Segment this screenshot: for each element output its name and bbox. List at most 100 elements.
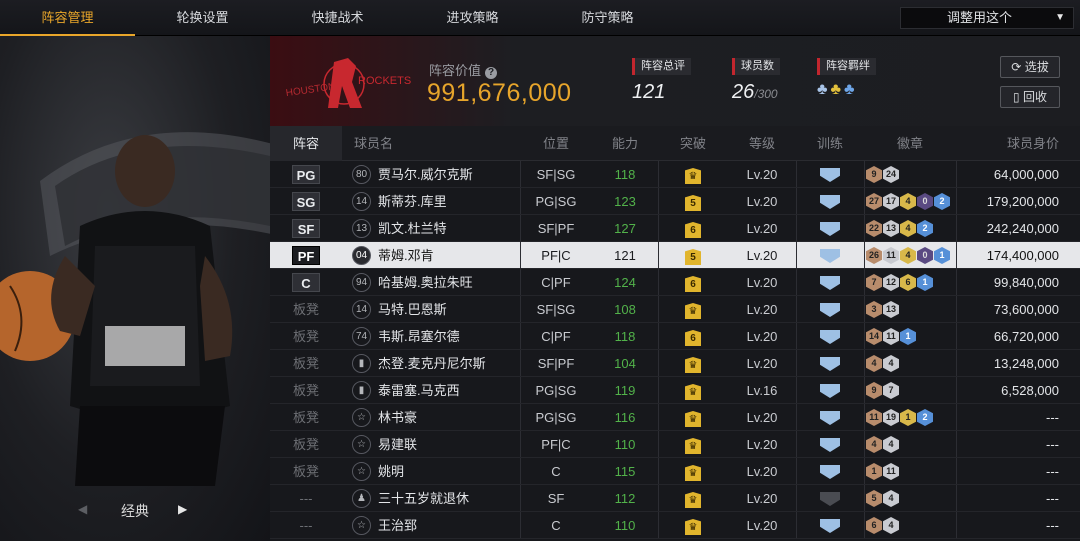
player-name[interactable]: 韦斯.昂塞尔德 <box>378 323 460 350</box>
table-row[interactable]: C 94 哈基姆.奥拉朱旺 C|PF 124 6 Lv.20 7 12 6 1 99,840,000 <box>270 269 1080 296</box>
table-row[interactable]: PF 04 蒂姆.邓肯 PF|C 121 5 Lv.20 26 11 4 0 1 174,400,000 <box>270 242 1080 269</box>
training-cell[interactable] <box>796 350 864 377</box>
player-name[interactable]: 林书豪 <box>378 404 417 431</box>
badge-list[interactable]: 7 12 6 1 <box>866 274 934 292</box>
lineup-slot[interactable]: 板凳 <box>270 323 342 350</box>
recycle-button[interactable]: ▯ 回收 <box>1000 86 1060 108</box>
tab-4[interactable]: 防守策略 <box>540 0 675 36</box>
player-name[interactable]: 三十五岁就退休 <box>378 485 469 512</box>
training-icon[interactable] <box>820 195 840 209</box>
table-row[interactable]: SF 13 凯文.杜兰特 SF|PF 127 6 Lv.20 22 13 4 2 242,240,00… <box>270 215 1080 242</box>
column-header-5[interactable]: 等级 <box>728 126 796 161</box>
table-row[interactable]: 板凳 ☆ 姚明 C 115 ♛ Lv.20 1 11 --- <box>270 458 1080 485</box>
bond-icon-2[interactable]: ♣ <box>831 81 845 98</box>
lineup-slot[interactable]: --- <box>270 485 342 512</box>
badge-list[interactable]: 27 17 4 0 2 <box>866 193 951 211</box>
column-header-4[interactable]: 突破 <box>658 126 728 161</box>
column-header-7[interactable]: 徽章 <box>864 126 956 161</box>
training-icon[interactable] <box>820 276 840 290</box>
player-name[interactable]: 贾马尔.威尔克斯 <box>378 161 473 188</box>
training-cell[interactable] <box>796 512 864 539</box>
column-header-8[interactable]: 球员身价 <box>956 126 1080 161</box>
player-name[interactable]: 杰登.麦克丹尼尔斯 <box>378 350 486 377</box>
badge-list[interactable]: 9 24 <box>866 166 900 184</box>
training-cell[interactable] <box>796 485 864 512</box>
training-icon[interactable] <box>820 168 840 182</box>
training-cell[interactable] <box>796 323 864 350</box>
training-icon[interactable] <box>820 249 840 263</box>
tab-2[interactable]: 快捷战术 <box>270 0 405 36</box>
badge-list[interactable]: 11 19 1 2 <box>866 409 934 427</box>
apply-lineup-select[interactable]: 调整用这个 ▼ <box>900 7 1074 29</box>
badge-list[interactable]: 14 11 1 <box>866 328 917 346</box>
player-name[interactable]: 泰雷塞.马克西 <box>378 377 460 404</box>
column-header-3[interactable]: 能力 <box>592 126 658 161</box>
badge-list[interactable]: 1 11 <box>866 463 900 481</box>
training-icon[interactable] <box>820 357 840 371</box>
training-cell[interactable] <box>796 215 864 242</box>
player-name[interactable]: 易建联 <box>378 431 417 458</box>
badge-list[interactable]: 64 <box>866 517 900 535</box>
bond-icon-1[interactable]: ♣ <box>817 81 831 98</box>
player-name[interactable]: 哈基姆.奥拉朱旺 <box>378 269 473 296</box>
lineup-slot[interactable]: 板凳 <box>270 458 342 485</box>
table-row[interactable]: SG 14 斯蒂芬.库里 PG|SG 123 5 Lv.20 27 17 4 0 2 179,200,0… <box>270 188 1080 215</box>
lineup-slot[interactable]: 板凳 <box>270 296 342 323</box>
training-cell[interactable] <box>796 377 864 404</box>
tab-0[interactable]: 阵容管理 <box>0 0 135 36</box>
player-name[interactable]: 姚明 <box>378 458 404 485</box>
lineup-slot[interactable]: PF <box>270 242 342 269</box>
lineup-slot[interactable]: 板凳 <box>270 377 342 404</box>
training-cell[interactable] <box>796 188 864 215</box>
table-row[interactable]: 板凳 14 马特.巴恩斯 SF|SG 108 ♛ Lv.20 3 13 73,600,000 <box>270 296 1080 323</box>
lineup-slot[interactable]: PG <box>270 161 342 188</box>
player-name[interactable]: 斯蒂芬.库里 <box>378 188 447 215</box>
badge-list[interactable]: 54 <box>866 490 900 508</box>
training-icon[interactable] <box>820 492 840 506</box>
training-cell[interactable] <box>796 161 864 188</box>
training-icon[interactable] <box>820 465 840 479</box>
training-icon[interactable] <box>820 303 840 317</box>
training-icon[interactable] <box>820 411 840 425</box>
tab-1[interactable]: 轮换设置 <box>135 0 270 36</box>
training-cell[interactable] <box>796 431 864 458</box>
training-icon[interactable] <box>820 222 840 236</box>
training-cell[interactable] <box>796 404 864 431</box>
column-header-0[interactable]: 阵容 <box>270 126 342 161</box>
lineup-slot[interactable]: C <box>270 269 342 296</box>
lineup-slot[interactable]: 板凳 <box>270 404 342 431</box>
training-icon[interactable] <box>820 438 840 452</box>
column-header-6[interactable]: 训练 <box>796 126 864 161</box>
player-name[interactable]: 马特.巴恩斯 <box>378 296 447 323</box>
table-row[interactable]: 板凳 ☆ 林书豪 PG|SG 116 ♛ Lv.20 11 19 1 2 --- <box>270 404 1080 431</box>
prev-style-button[interactable]: ◀ <box>78 502 87 516</box>
training-icon[interactable] <box>820 519 840 533</box>
help-icon[interactable]: ? <box>485 67 498 79</box>
badge-list[interactable]: 97 <box>866 382 900 400</box>
bond-icons[interactable]: ♣♣♣ <box>817 81 876 99</box>
badge-list[interactable]: 26 11 4 0 1 <box>866 247 951 265</box>
column-header-1[interactable]: 球员名 <box>342 126 520 161</box>
training-cell[interactable] <box>796 296 864 323</box>
badge-list[interactable]: 44 <box>866 355 900 373</box>
training-cell[interactable] <box>796 242 864 269</box>
lineup-slot[interactable]: SF <box>270 215 342 242</box>
table-row[interactable]: 板凳 74 韦斯.昂塞尔德 C|PF 118 6 Lv.20 14 11 1 66,720,000 <box>270 323 1080 350</box>
table-row[interactable]: PG 80 贾马尔.威尔克斯 SF|SG 118 ♛ Lv.20 9 24 64,000,000 <box>270 161 1080 188</box>
player-name[interactable]: 蒂姆.邓肯 <box>378 242 434 269</box>
player-name[interactable]: 王治郅 <box>378 512 417 539</box>
badge-list[interactable]: 3 13 <box>866 301 900 319</box>
table-row[interactable]: 板凳 ▮ 杰登.麦克丹尼尔斯 SF|PF 104 ♛ Lv.20 4 4 13,248,000 <box>270 350 1080 377</box>
table-row[interactable]: --- ♟ 三十五岁就退休 SF 112 ♛ Lv.20 5 4 --- <box>270 485 1080 512</box>
badge-list[interactable]: 44 <box>866 436 900 454</box>
training-icon[interactable] <box>820 384 840 398</box>
training-icon[interactable] <box>820 330 840 344</box>
badge-list[interactable]: 22 13 4 2 <box>866 220 934 238</box>
lineup-slot[interactable]: 板凳 <box>270 350 342 377</box>
bond-icon-3[interactable]: ♣ <box>844 81 858 98</box>
column-header-2[interactable]: 位置 <box>520 126 592 161</box>
training-cell[interactable] <box>796 269 864 296</box>
lineup-slot[interactable]: SG <box>270 188 342 215</box>
training-cell[interactable] <box>796 458 864 485</box>
lineup-slot[interactable]: 板凳 <box>270 431 342 458</box>
